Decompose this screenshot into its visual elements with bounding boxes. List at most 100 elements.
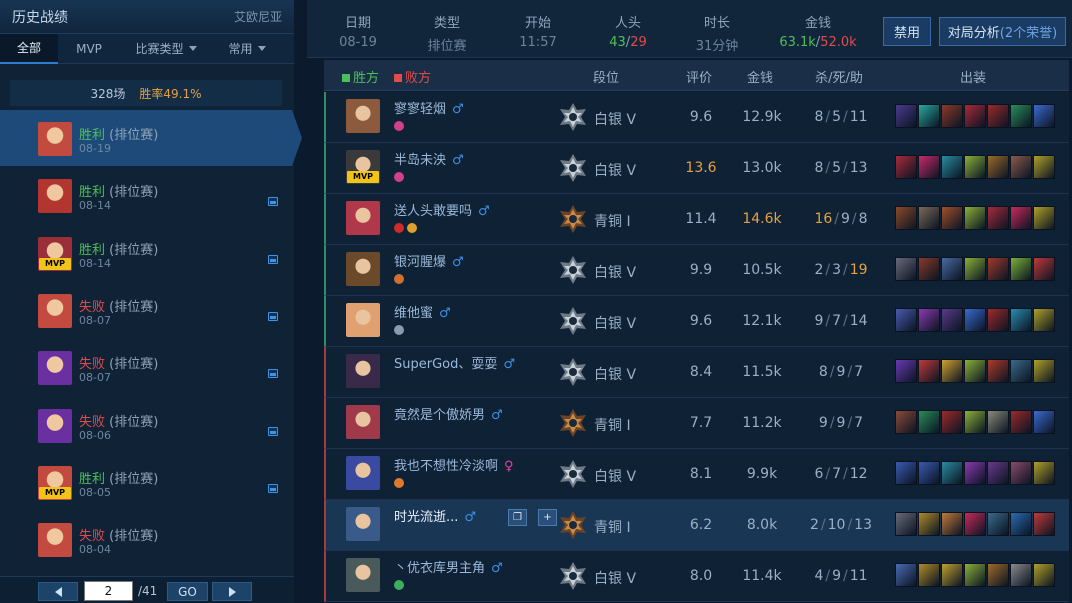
item-icon[interactable] bbox=[941, 512, 963, 536]
item-icon[interactable] bbox=[1033, 155, 1055, 179]
player-row[interactable]: 维他蜜 ♂ 白银 V 9.6 12.1k 9/7/14 bbox=[324, 296, 1069, 347]
tab-common[interactable]: 常用 bbox=[212, 34, 282, 64]
server-region[interactable]: 艾欧尼亚 bbox=[234, 8, 282, 25]
player-name[interactable]: 丶优衣库男主角 bbox=[394, 561, 485, 576]
item-icon[interactable] bbox=[1010, 461, 1032, 485]
player-name-cell[interactable]: 我也不想性冷淡啊 ♀ bbox=[394, 455, 514, 474]
match-analysis-button[interactable]: 对局分析 (2个荣誉) bbox=[939, 17, 1066, 46]
item-icon[interactable] bbox=[941, 104, 963, 128]
item-icon[interactable] bbox=[918, 512, 940, 536]
item-icon[interactable] bbox=[895, 206, 917, 230]
player-name[interactable]: 我也不想性冷淡啊 bbox=[394, 459, 498, 474]
match-list-item[interactable]: 失败 (排位赛) 08-07 bbox=[0, 339, 294, 395]
item-icon[interactable] bbox=[918, 563, 940, 587]
player-name-cell[interactable]: 丶优衣库男主角 ♂ bbox=[394, 557, 503, 576]
item-icon[interactable] bbox=[1010, 206, 1032, 230]
player-row[interactable]: 送人头敢要吗 ♂ 青铜 I 11.4 14.6k 16/9/8 bbox=[324, 194, 1069, 245]
match-list-item[interactable]: 失败 (排位赛) 08-06 bbox=[0, 397, 294, 453]
match-list-item[interactable]: 失败 (排位赛) 08-04 bbox=[0, 511, 294, 567]
item-icon[interactable] bbox=[987, 461, 1009, 485]
item-icon[interactable] bbox=[918, 104, 940, 128]
item-icon[interactable] bbox=[895, 155, 917, 179]
player-name-cell[interactable]: SuperGod、耍耍 ♂ bbox=[394, 353, 515, 372]
item-icon[interactable] bbox=[1010, 410, 1032, 434]
item-icon[interactable] bbox=[1010, 563, 1032, 587]
item-icon[interactable] bbox=[941, 410, 963, 434]
item-icon[interactable] bbox=[1033, 563, 1055, 587]
player-name[interactable]: 寥寥轻烟 bbox=[394, 102, 446, 117]
match-list-item[interactable]: MVP 胜利 (排位赛) 08-05 bbox=[0, 454, 294, 510]
screenshot-icon[interactable] bbox=[268, 426, 278, 436]
item-icon[interactable] bbox=[1033, 308, 1055, 332]
player-name-cell[interactable]: 维他蜜 ♂ bbox=[394, 302, 451, 321]
tab-match-type[interactable]: 比赛类型 bbox=[120, 34, 212, 64]
champion-avatar[interactable] bbox=[346, 405, 380, 439]
player-row[interactable]: 丶优衣库男主角 ♂ 白银 V 8.0 11.4k 4/9/11 bbox=[324, 551, 1069, 602]
item-icon[interactable] bbox=[941, 257, 963, 281]
item-icon[interactable] bbox=[964, 512, 986, 536]
item-icon[interactable] bbox=[987, 206, 1009, 230]
player-name[interactable]: 时光流逝... bbox=[394, 510, 458, 525]
ban-button[interactable]: 禁用 bbox=[883, 17, 931, 46]
item-icon[interactable] bbox=[1033, 359, 1055, 383]
item-icon[interactable] bbox=[895, 257, 917, 281]
player-name-cell[interactable]: 竟然是个傲娇男 ♂ bbox=[394, 404, 503, 423]
item-icon[interactable] bbox=[964, 359, 986, 383]
player-row[interactable]: MVP 半岛未泱 ♂ 白银 V 13.6 13.0k 8/5/13 bbox=[324, 143, 1069, 194]
champion-avatar[interactable] bbox=[346, 354, 380, 388]
item-icon[interactable] bbox=[987, 512, 1009, 536]
item-icon[interactable] bbox=[1010, 257, 1032, 281]
item-icon[interactable] bbox=[1033, 461, 1055, 485]
item-icon[interactable] bbox=[941, 461, 963, 485]
item-icon[interactable] bbox=[1010, 104, 1032, 128]
item-icon[interactable] bbox=[1010, 308, 1032, 332]
player-row[interactable]: 寥寥轻烟 ♂ 白银 V 9.6 12.9k 8/5/11 bbox=[324, 92, 1069, 143]
item-icon[interactable] bbox=[964, 563, 986, 587]
player-name-cell[interactable]: 时光流逝... ♂ bbox=[394, 506, 476, 525]
item-icon[interactable] bbox=[941, 308, 963, 332]
item-icon[interactable] bbox=[918, 461, 940, 485]
player-row[interactable]: SuperGod、耍耍 ♂ 白银 V 8.4 11.5k 8/9/7 bbox=[324, 347, 1069, 398]
player-row[interactable]: 时光流逝... ♂ ❐ + 青铜 I 6.2 8.0k 2/10/13 bbox=[324, 500, 1069, 551]
item-icon[interactable] bbox=[941, 563, 963, 587]
player-name[interactable]: SuperGod、耍耍 bbox=[394, 357, 497, 372]
item-icon[interactable] bbox=[964, 206, 986, 230]
player-name[interactable]: 半岛未泱 bbox=[394, 153, 446, 168]
item-icon[interactable] bbox=[964, 461, 986, 485]
next-page-button[interactable] bbox=[212, 582, 252, 601]
item-icon[interactable] bbox=[918, 359, 940, 383]
item-icon[interactable] bbox=[964, 410, 986, 434]
item-icon[interactable] bbox=[941, 155, 963, 179]
item-icon[interactable] bbox=[1033, 410, 1055, 434]
item-icon[interactable] bbox=[918, 155, 940, 179]
item-icon[interactable] bbox=[987, 155, 1009, 179]
player-name-cell[interactable]: 寥寥轻烟 ♂ bbox=[394, 98, 464, 117]
champion-avatar[interactable] bbox=[346, 558, 380, 592]
champion-avatar[interactable] bbox=[346, 252, 380, 286]
item-icon[interactable] bbox=[895, 359, 917, 383]
item-icon[interactable] bbox=[964, 155, 986, 179]
item-icon[interactable] bbox=[964, 257, 986, 281]
item-icon[interactable] bbox=[1033, 104, 1055, 128]
match-list-item[interactable]: MVP 胜利 (排位赛) 08-14 bbox=[0, 225, 294, 281]
screenshot-icon[interactable] bbox=[268, 369, 278, 379]
page-input[interactable] bbox=[84, 581, 133, 601]
item-icon[interactable] bbox=[918, 410, 940, 434]
screenshot-icon[interactable] bbox=[268, 483, 278, 493]
screenshot-icon[interactable] bbox=[268, 311, 278, 321]
screenshot-icon[interactable] bbox=[268, 197, 278, 207]
item-icon[interactable] bbox=[895, 308, 917, 332]
add-friend-icon[interactable]: + bbox=[538, 509, 557, 526]
match-list-item[interactable]: 胜利 (排位赛) 08-14 bbox=[0, 167, 294, 223]
player-row[interactable]: 我也不想性冷淡啊 ♀ 白银 V 8.1 9.9k 6/7/12 bbox=[324, 449, 1069, 500]
player-name[interactable]: 送人头敢要吗 bbox=[394, 204, 472, 219]
item-icon[interactable] bbox=[918, 308, 940, 332]
item-icon[interactable] bbox=[941, 206, 963, 230]
item-icon[interactable] bbox=[987, 104, 1009, 128]
match-list-item[interactable]: 失败 (排位赛) 08-07 bbox=[0, 282, 294, 338]
item-icon[interactable] bbox=[895, 563, 917, 587]
player-name-cell[interactable]: 送人头敢要吗 ♂ bbox=[394, 200, 490, 219]
player-name[interactable]: 维他蜜 bbox=[394, 306, 433, 321]
item-icon[interactable] bbox=[987, 308, 1009, 332]
item-icon[interactable] bbox=[895, 410, 917, 434]
